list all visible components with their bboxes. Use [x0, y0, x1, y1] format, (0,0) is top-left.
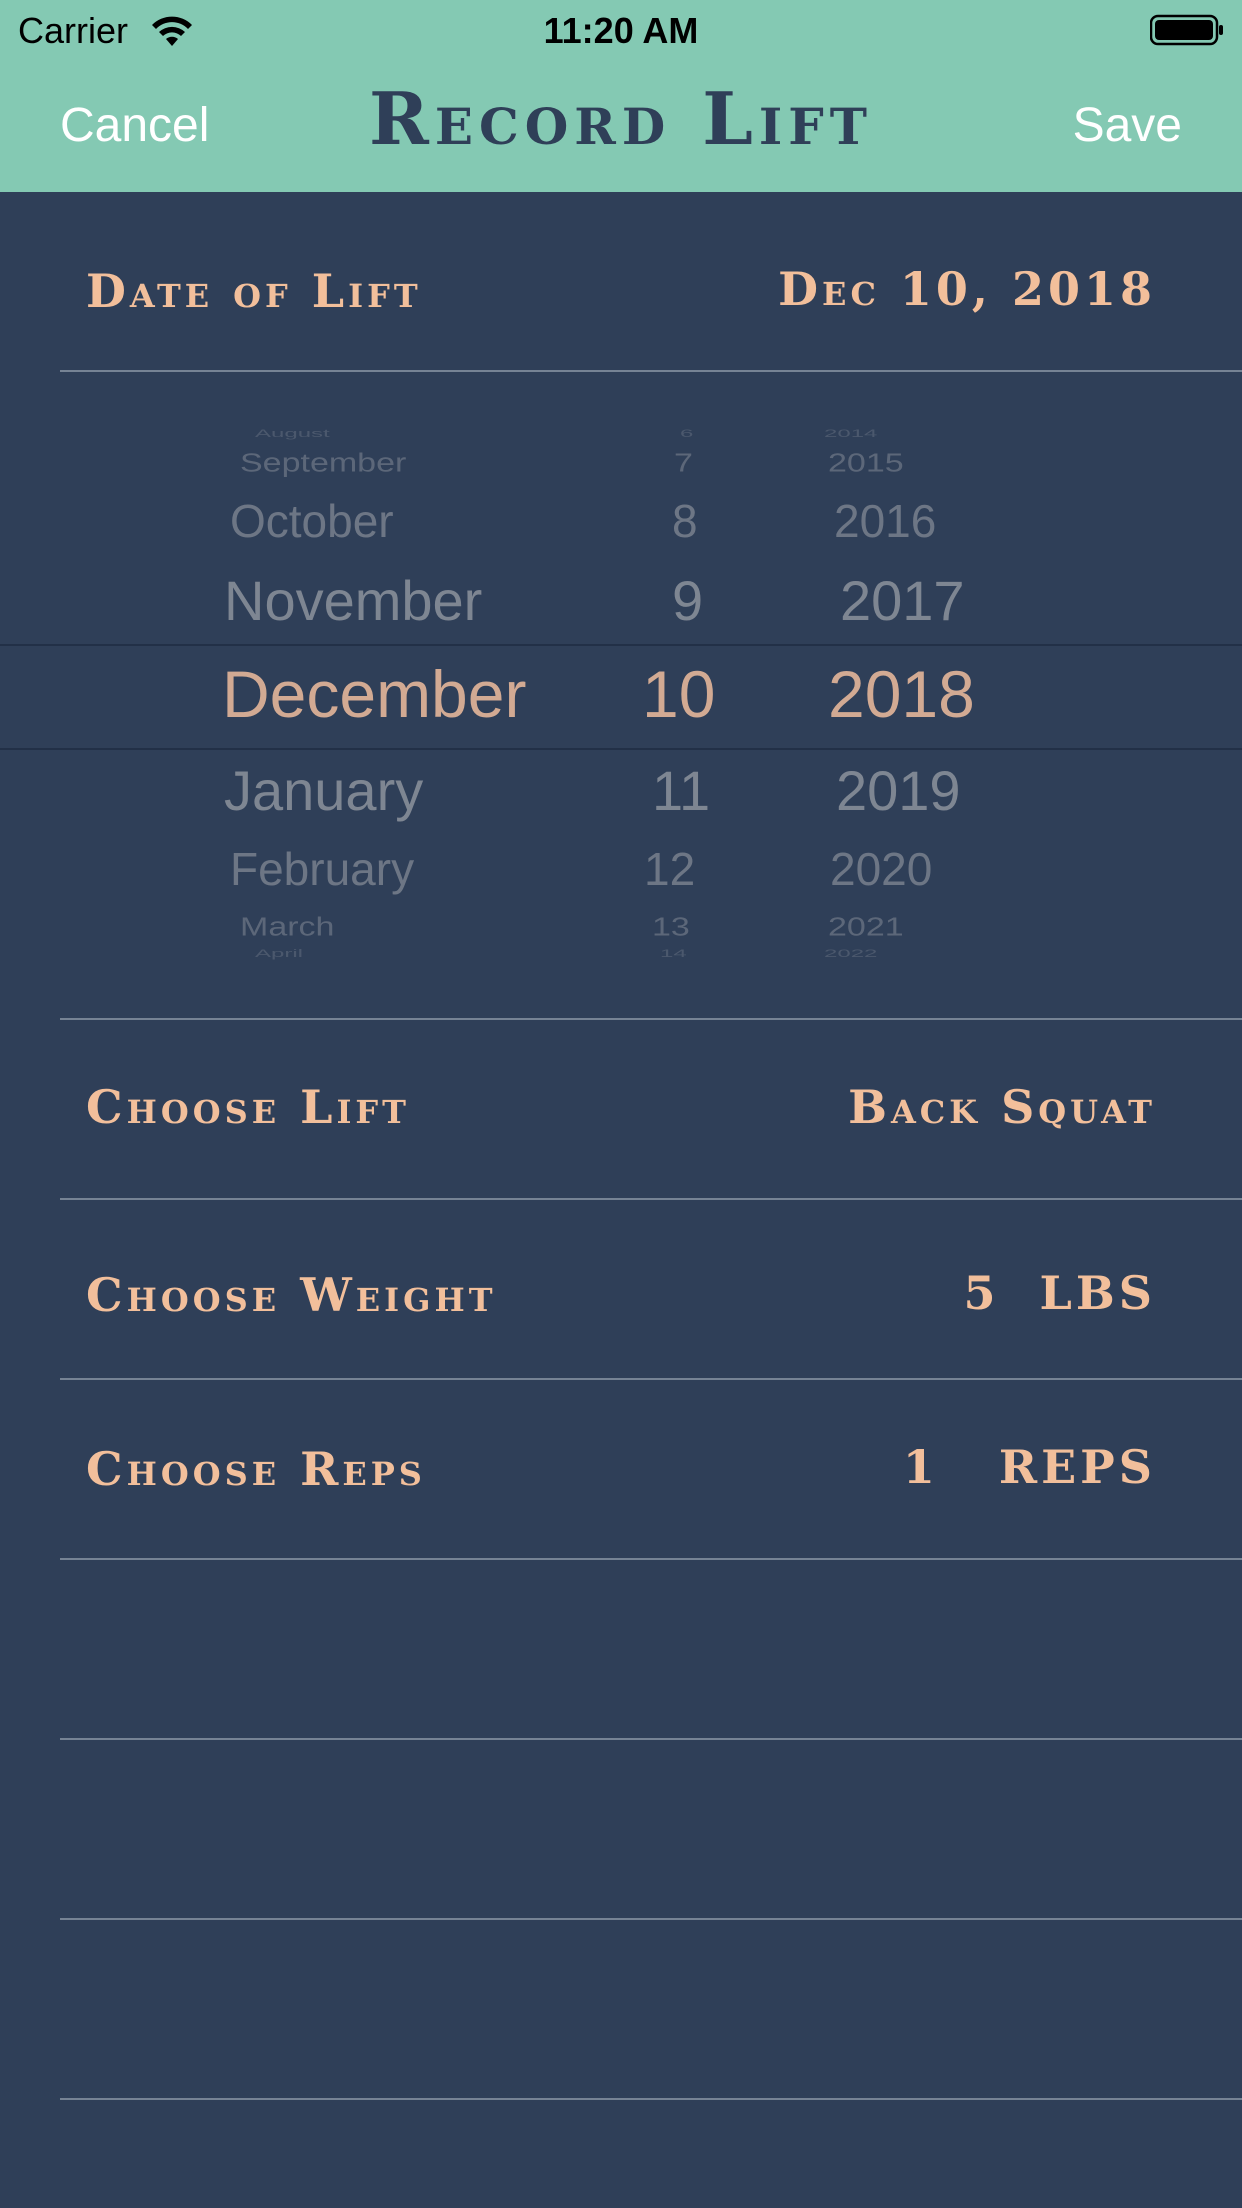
date-of-lift-label: Date of Lift: [86, 264, 422, 318]
picker-day-item[interactable]: 12: [644, 842, 695, 896]
picker-selection-band: [0, 644, 1242, 750]
picker-year-item[interactable]: 2017: [840, 568, 965, 633]
weight-number: 5: [963, 1266, 1000, 1320]
picker-year-item[interactable]: 2014: [824, 428, 877, 441]
picker-year-item[interactable]: 2019: [836, 758, 961, 823]
date-of-lift-value: Dec 10, 2018: [778, 262, 1156, 316]
choose-weight-label: Choose Weight: [86, 1268, 497, 1322]
reps-number: 1: [902, 1440, 939, 1494]
picker-day-item[interactable]: 6: [680, 428, 693, 441]
picker-day-item[interactable]: 13: [652, 913, 690, 942]
picker-day-item[interactable]: 7: [674, 449, 693, 478]
picker-year-item[interactable]: 2016: [834, 494, 936, 548]
divider: [60, 1198, 1242, 1200]
picker-year-item[interactable]: 2015: [828, 449, 904, 478]
picker-month-item[interactable]: October: [230, 494, 394, 548]
picker-day-item[interactable]: 8: [672, 494, 698, 548]
save-button[interactable]: Save: [1073, 98, 1182, 153]
status-time: 11:20 AM: [543, 10, 699, 51]
reps-unit: REPS: [998, 1440, 1156, 1494]
picker-year-item[interactable]: 2020: [830, 842, 932, 896]
picker-month-item[interactable]: August: [255, 428, 330, 441]
picker-month-item[interactable]: January: [224, 758, 423, 823]
picker-day-item[interactable]: 9: [672, 568, 703, 633]
divider: [60, 1738, 1242, 1740]
page-title: Record Lift: [369, 76, 873, 161]
divider: [60, 2098, 1242, 2100]
choose-lift-value: Back Squat: [848, 1080, 1156, 1134]
picker-year-item[interactable]: 2022: [824, 948, 877, 960]
picker-day-item[interactable]: 14: [660, 948, 687, 960]
choose-weight-value: 5 LBS: [964, 1266, 1157, 1320]
picker-month-item[interactable]: February: [230, 842, 414, 896]
divider: [60, 370, 1242, 372]
choose-reps-label: Choose Reps: [86, 1442, 426, 1496]
picker-day-item[interactable]: 11: [652, 758, 710, 823]
navigation-bar: Carrier 11:20 AM Cancel Record Lift Save: [0, 0, 1242, 192]
divider: [60, 1558, 1242, 1560]
divider: [60, 1918, 1242, 1920]
picker-month-item[interactable]: November: [224, 568, 482, 633]
divider: [60, 1018, 1242, 1020]
choose-lift-label: Choose Lift: [86, 1080, 410, 1134]
picker-month-item[interactable]: April: [255, 948, 303, 960]
picker-month-item[interactable]: September: [240, 449, 406, 478]
battery-full-icon: [1150, 14, 1223, 46]
picker-year-item[interactable]: 2021: [828, 913, 904, 942]
choose-reps-value: 1 REPS: [903, 1440, 1156, 1494]
weight-unit: LBS: [1039, 1266, 1156, 1320]
picker-month-item[interactable]: March: [240, 913, 334, 942]
divider: [60, 1378, 1242, 1380]
status-bar: Carrier 11:20 AM: [0, 0, 1242, 60]
